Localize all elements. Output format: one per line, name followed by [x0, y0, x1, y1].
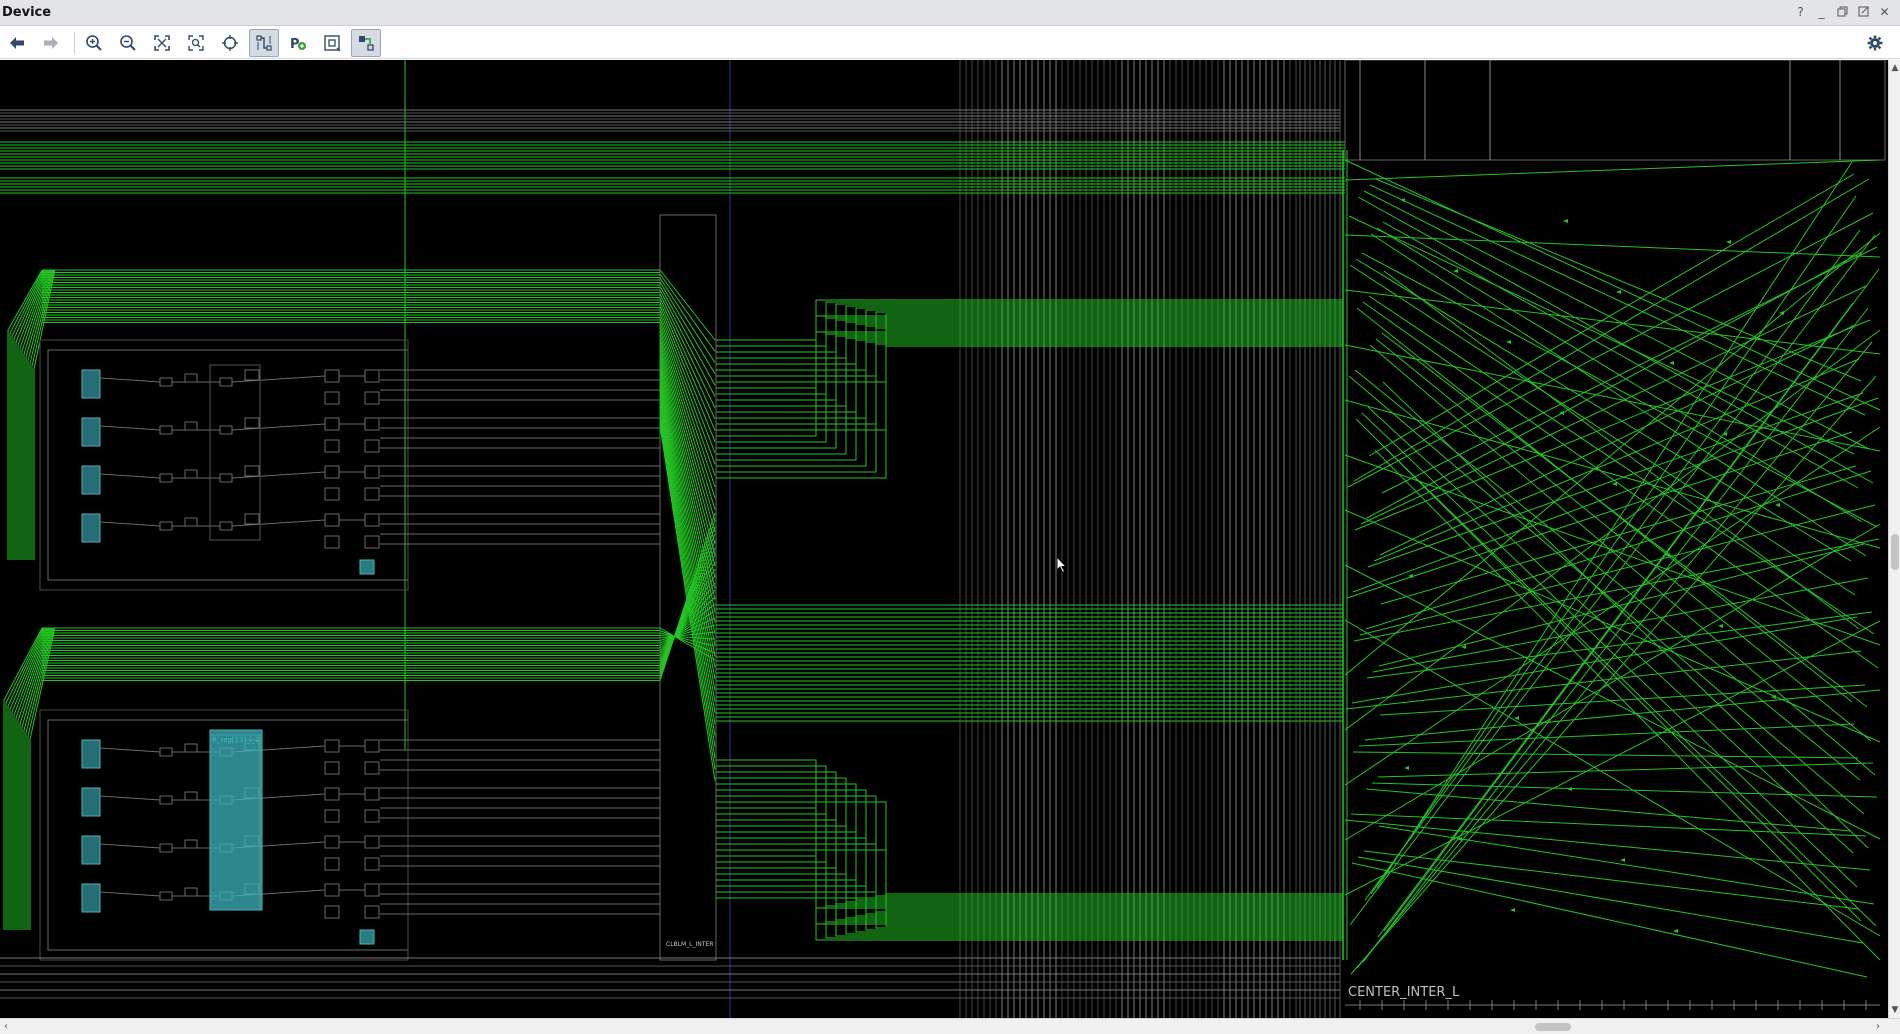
auto-fit-selection-button[interactable] [215, 29, 245, 57]
select-area-button[interactable] [317, 29, 347, 57]
horizontal-scrollbar[interactable]: ‹ › [0, 1018, 1900, 1034]
scroll-down-icon[interactable]: ▼ [1890, 1004, 1900, 1016]
connections-icon [359, 35, 374, 51]
add-pblock-button[interactable]: P [283, 29, 313, 57]
restore-icon[interactable] [1835, 4, 1850, 19]
forward-button[interactable] [36, 29, 66, 57]
back-arrow-icon [10, 36, 24, 49]
zoom-in-button[interactable] [79, 29, 109, 57]
gear-icon [1867, 35, 1883, 51]
select-area-icon [324, 34, 341, 51]
zoom-in-icon [86, 34, 102, 51]
mouse-cursor-icon [1056, 556, 1068, 574]
maximize-icon[interactable] [1856, 4, 1871, 19]
help-icon[interactable]: ? [1793, 4, 1808, 19]
window-titlebar: Device ? _ ✕ [0, 0, 1900, 26]
clb-tile-label: CLBLM_L_INTER [666, 941, 714, 948]
tile-name-label: CENTER_INTER_L [1348, 985, 1460, 1000]
zoom-to-selected-button[interactable] [181, 29, 211, 57]
vertical-scrollbar[interactable]: ▲ ▼ [1888, 60, 1900, 1018]
window-title: Device [2, 5, 52, 20]
zoom-fit-icon [154, 34, 170, 51]
settings-button[interactable] [1860, 29, 1890, 57]
horizontal-scroll-thumb[interactable] [1535, 1023, 1571, 1031]
device-view[interactable] [0, 60, 1888, 1018]
scroll-right-icon[interactable]: › [1872, 1020, 1884, 1034]
device-toolbar: P [0, 27, 1900, 59]
close-icon[interactable]: ✕ [1877, 4, 1892, 19]
cell-name-label: R_reg[13]_i_2 [212, 736, 260, 744]
minimize-icon[interactable]: _ [1814, 4, 1829, 19]
window-controls: ? _ ✕ [1793, 4, 1892, 19]
pblock-add-icon: P [290, 37, 306, 52]
forward-arrow-icon [44, 36, 58, 49]
routing-resources-icon [256, 34, 272, 51]
scroll-left-icon[interactable]: ‹ [0, 1020, 12, 1034]
toolbar-separator [74, 31, 75, 54]
zoom-out-button[interactable] [113, 29, 143, 57]
crosshair-icon [222, 34, 238, 51]
zoom-selected-icon [188, 34, 204, 51]
zoom-fit-button[interactable] [147, 29, 177, 57]
vertical-scroll-thumb[interactable] [1891, 534, 1899, 570]
routing-resources-button[interactable] [249, 28, 279, 57]
svg-text:P: P [290, 37, 300, 52]
scroll-up-icon[interactable]: ▲ [1890, 62, 1900, 74]
zoom-out-icon [120, 34, 136, 51]
device-canvas[interactable]: R_reg[13]_i_2 CLBLM_L_INTER CENTER_INTER… [0, 60, 1888, 1018]
show-connections-button[interactable] [351, 28, 381, 57]
back-button[interactable] [2, 29, 32, 57]
